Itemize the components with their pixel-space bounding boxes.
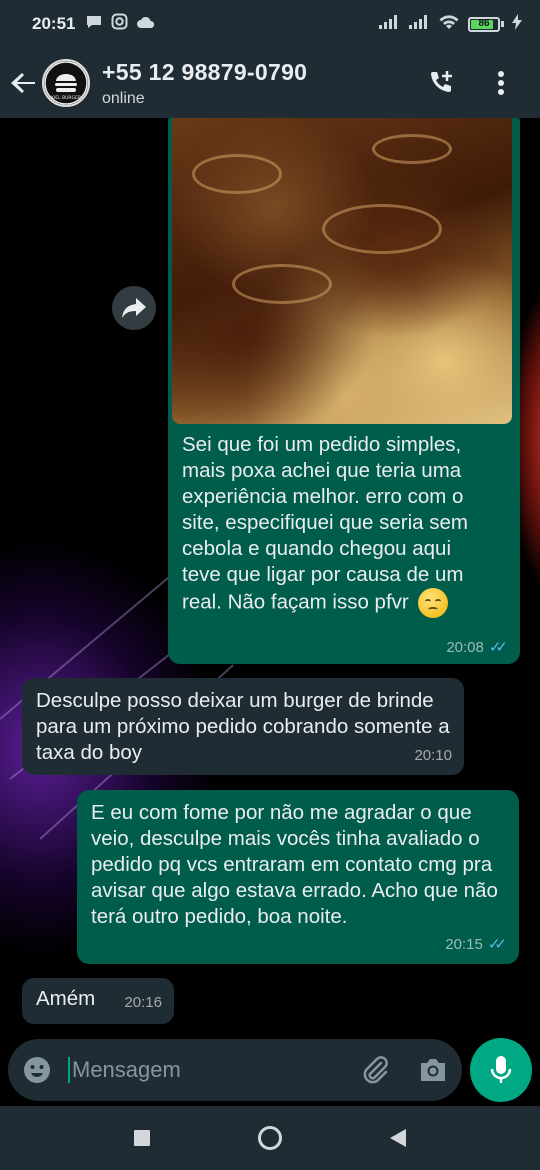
contact-info[interactable]: +55 12 98879-0790 online [102, 59, 307, 108]
message-meta: 20:08 ✓✓ [446, 638, 508, 657]
forward-button[interactable] [112, 286, 156, 330]
camera-button[interactable] [418, 1054, 448, 1086]
wifi-icon [438, 14, 460, 35]
square-icon [134, 1130, 150, 1146]
emoji-button[interactable] [22, 1054, 52, 1086]
camera-icon [421, 1059, 445, 1081]
forward-icon [122, 298, 146, 318]
back-nav-button[interactable] [378, 1118, 418, 1158]
message-line-last: real. Não façam isso pfvr [182, 588, 506, 618]
message-line: cebola e quando chegou aqui [182, 537, 452, 560]
status-time: 20:51 [32, 14, 76, 33]
message-text: Amém [36, 987, 96, 1010]
navigation-bar [0, 1106, 540, 1170]
read-ticks-icon: ✓✓ [487, 936, 507, 953]
emoji-icon [24, 1057, 50, 1083]
paperclip-icon [363, 1056, 388, 1084]
recents-button[interactable] [122, 1118, 162, 1158]
signal-icon [378, 14, 400, 35]
home-button[interactable] [250, 1118, 290, 1158]
message-line: experiência melhor. erro com o [182, 485, 464, 508]
composer-pill [8, 1039, 462, 1101]
outgoing-media-message[interactable]: Sei que foi um pedido simples, mais poxa… [168, 118, 520, 664]
phone-plus-icon [431, 71, 452, 92]
message-line: site, especifiquei que seria sem [182, 511, 469, 534]
avatar[interactable]: KIEL BURGER [42, 59, 90, 107]
read-ticks-icon: ✓✓ [488, 639, 508, 656]
sad-face-emoji-icon [418, 588, 449, 618]
message-meta: 20:16 [124, 990, 162, 1016]
message-line: real. Não façam isso pfvr [182, 590, 409, 614]
contact-name: +55 12 98879-0790 [102, 58, 308, 85]
message-line: teve que ligar por causa de um [182, 563, 464, 586]
attach-button[interactable] [360, 1054, 390, 1086]
cloud-icon [136, 15, 156, 34]
more-options-button[interactable] [486, 68, 516, 98]
contact-status: online [102, 89, 145, 107]
message-time: 20:08 [446, 638, 484, 656]
microphone-icon [490, 1056, 512, 1083]
add-call-button[interactable] [426, 68, 456, 98]
message-text: E eu com fome por não me agradar o que v… [91, 801, 498, 928]
voice-record-button[interactable] [470, 1038, 532, 1102]
instagram-icon [111, 13, 128, 35]
triangle-back-icon [390, 1129, 406, 1147]
message-text: Desculpe posso deixar um burger de brind… [36, 689, 450, 764]
circle-icon [258, 1126, 282, 1150]
arrow-left-icon [11, 73, 35, 93]
message-text: Sei que foi um pedido simples, mais poxa… [172, 424, 516, 618]
message-meta: 20:15 ✓✓ [445, 932, 507, 958]
avatar-logo-text: KIEL BURGER [51, 95, 81, 101]
message-time: 20:10 [414, 747, 452, 764]
incoming-message[interactable]: Amém 20:16 [22, 978, 174, 1024]
composer-bar [0, 1034, 540, 1106]
food-photo[interactable] [172, 118, 512, 424]
status-bar: 20:51 86 [0, 0, 540, 48]
message-line: Sei que foi um pedido simples, [182, 433, 462, 456]
message-line: mais poxa achei que teria uma [182, 459, 462, 482]
back-button[interactable] [10, 63, 38, 103]
message-meta: 20:10 [414, 743, 452, 769]
battery-level: 86 [478, 17, 490, 29]
message-time: 20:15 [445, 936, 483, 953]
more-vertical-icon [498, 71, 504, 95]
outgoing-message[interactable]: E eu com fome por não me agradar o que v… [77, 790, 519, 964]
chat-area[interactable]: Sei que foi um pedido simples, mais poxa… [0, 118, 540, 1034]
charging-icon [512, 13, 522, 35]
chat-notification-icon [85, 14, 103, 35]
incoming-message[interactable]: Desculpe posso deixar um burger de brind… [22, 678, 464, 775]
message-input[interactable] [68, 1057, 360, 1083]
message-time: 20:16 [124, 994, 162, 1011]
signal-icon-2 [408, 14, 430, 35]
burger-logo-icon: KIEL BURGER [44, 61, 88, 105]
battery-icon: 86 [468, 16, 504, 32]
chat-header: KIEL BURGER +55 12 98879-0790 online [0, 48, 540, 118]
